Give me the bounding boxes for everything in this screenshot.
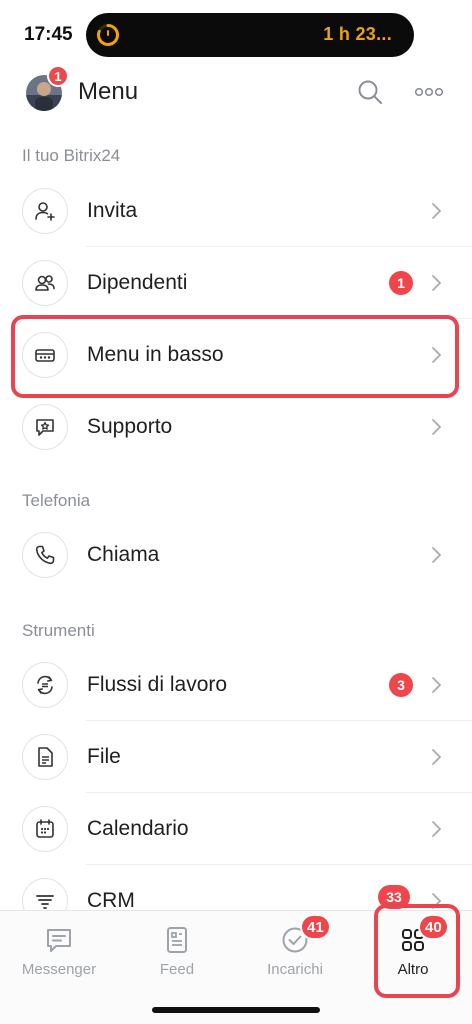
tab-feed[interactable]: Feed	[118, 911, 236, 1001]
header: 1 Menu	[0, 62, 472, 122]
chevron-right-icon	[432, 547, 442, 563]
menu-item-chiama[interactable]: Chiama	[0, 519, 472, 591]
tab-badge: 41	[300, 914, 331, 940]
notification-badge: 1	[389, 271, 413, 295]
menu-item-label: File	[87, 745, 121, 768]
menu-item-label: Invita	[87, 199, 138, 222]
tab-incarichi[interactable]: 41 Incarichi	[236, 911, 354, 1001]
tab-messenger[interactable]: Messenger	[0, 911, 118, 1001]
support-chat-icon	[22, 404, 68, 450]
chat-icon	[47, 929, 71, 952]
notification-badge: 3	[389, 673, 413, 697]
calendar-icon	[22, 806, 68, 852]
workflow-icon	[22, 662, 68, 708]
menu-item-label: Flussi di lavoro	[87, 673, 228, 696]
menu-item-label: Calendario	[87, 817, 189, 840]
highlight-frame-menu-in-basso	[11, 315, 459, 398]
file-icon	[22, 734, 68, 780]
phone-icon	[22, 532, 68, 578]
highlight-frame-altro	[374, 904, 460, 998]
tab-label: Feed	[159, 961, 195, 978]
menu-item-invita[interactable]: Invita	[0, 175, 472, 247]
section-title-telefonia: Telefonia	[22, 491, 91, 510]
menu-item-file[interactable]: File	[0, 721, 472, 793]
search-icon[interactable]	[357, 79, 383, 105]
menu-item-label: Dipendenti	[87, 271, 188, 294]
feed-icon	[167, 927, 187, 953]
dynamic-island[interactable]: 1 h 23...	[86, 13, 414, 57]
people-icon	[22, 260, 68, 306]
menu-item-label: Supporto	[87, 415, 173, 438]
status-bar: 17:45 1 h 23...	[0, 0, 472, 62]
more-icon[interactable]	[414, 81, 444, 103]
chevron-right-icon	[432, 419, 442, 435]
chevron-right-icon	[432, 203, 442, 219]
page-title: Menu	[78, 78, 139, 105]
avatar-badge: 1	[47, 65, 69, 87]
menu-item-calendario[interactable]: Calendario	[0, 793, 472, 865]
chevron-right-icon	[432, 749, 442, 765]
timer-ring-icon	[97, 24, 119, 46]
chevron-right-icon	[432, 275, 442, 291]
chevron-right-icon	[432, 821, 442, 837]
chevron-right-icon	[432, 677, 442, 693]
tab-label: Incarichi	[267, 961, 323, 978]
section-title-strumenti: Strumenti	[22, 621, 95, 640]
menu-item-supporto[interactable]: Supporto	[0, 391, 472, 463]
home-indicator	[152, 1007, 320, 1013]
tab-label: Messenger	[21, 961, 97, 978]
menu-item-flussi-di-lavoro[interactable]: Flussi di lavoro 3	[0, 649, 472, 721]
status-time: 17:45	[24, 24, 73, 45]
menu-item-dipendenti[interactable]: Dipendenti 1	[0, 247, 472, 319]
section-title-bitrix24: Il tuo Bitrix24	[22, 146, 121, 165]
island-timer: 1 h 23...	[323, 24, 392, 44]
menu-item-label: Chiama	[87, 543, 160, 566]
person-add-icon	[22, 188, 68, 234]
